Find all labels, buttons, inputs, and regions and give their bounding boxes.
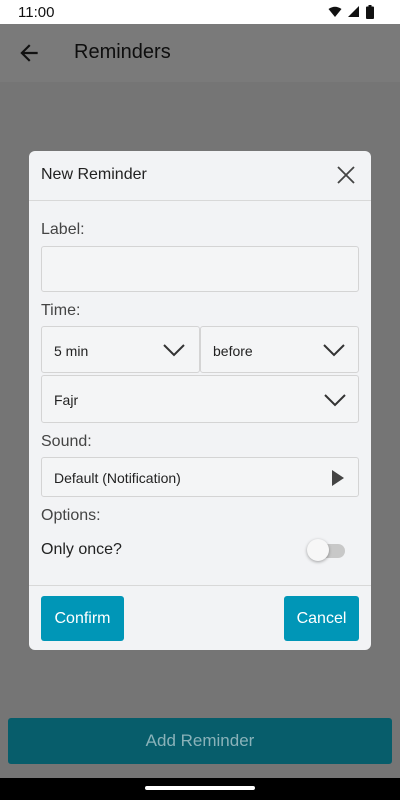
label-heading: Label:	[41, 221, 85, 238]
add-reminder-button[interactable]: Add Reminder	[8, 718, 392, 764]
only-once-label: Only once?	[41, 541, 122, 558]
close-icon[interactable]	[337, 166, 355, 184]
only-once-toggle[interactable]	[307, 539, 347, 561]
home-indicator[interactable]	[145, 786, 255, 790]
relation-select[interactable]: before	[200, 326, 359, 373]
time-heading: Time:	[41, 302, 81, 319]
status-bar: 11:00	[0, 0, 400, 24]
cancel-button[interactable]: Cancel	[284, 596, 359, 641]
prayer-select[interactable]: Fajr	[41, 375, 359, 423]
sound-select-value: Default (Notification)	[54, 470, 181, 486]
toggle-knob	[307, 539, 329, 561]
app-bar: Reminders	[0, 24, 400, 83]
offset-select[interactable]: 5 min	[41, 326, 200, 373]
chevron-down-icon	[324, 394, 346, 407]
sound-heading: Sound:	[41, 433, 92, 450]
chevron-down-icon	[323, 344, 345, 357]
back-arrow-icon[interactable]	[16, 40, 42, 66]
confirm-button[interactable]: Confirm	[41, 596, 124, 641]
new-reminder-dialog: New Reminder Label: Time: 5 min before F…	[29, 151, 371, 650]
dialog-header: New Reminder	[29, 151, 371, 201]
page-title: Reminders	[74, 41, 171, 63]
status-icons	[328, 5, 374, 19]
play-icon[interactable]	[331, 470, 345, 486]
battery-icon	[366, 5, 374, 19]
dialog-divider	[29, 585, 371, 586]
status-time: 11:00	[18, 4, 55, 21]
sound-select[interactable]: Default (Notification)	[41, 457, 359, 497]
signal-icon	[348, 6, 359, 17]
label-input[interactable]	[41, 246, 359, 292]
chevron-down-icon	[163, 344, 185, 357]
offset-select-value: 5 min	[54, 343, 89, 359]
relation-select-value: before	[213, 343, 253, 359]
wifi-icon	[328, 6, 342, 17]
options-heading: Options:	[41, 507, 101, 524]
dialog-title: New Reminder	[41, 166, 147, 183]
prayer-select-value: Fajr	[54, 392, 79, 408]
